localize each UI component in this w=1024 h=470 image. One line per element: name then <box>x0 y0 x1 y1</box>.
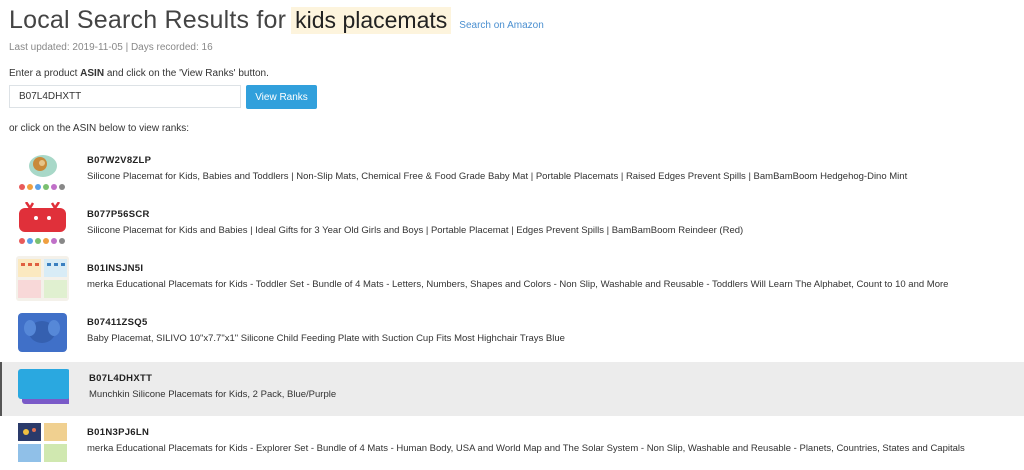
product-asin[interactable]: B077P56SCR <box>87 209 150 220</box>
asin-input[interactable] <box>9 85 241 108</box>
product-thumbnail[interactable] <box>16 256 69 301</box>
product-asin[interactable]: B01INSJN5I <box>87 263 143 274</box>
instructions-text: Enter a product ASIN and click on the 'V… <box>9 68 269 79</box>
product-row[interactable]: B07411ZSQ5 Baby Placemat, SILIVO 10"x7.7… <box>0 306 1024 360</box>
product-thumbnail[interactable] <box>16 420 69 465</box>
product-asin[interactable]: B07L4DHXTT <box>89 373 152 384</box>
search-keyword[interactable]: kids placemats <box>291 7 452 34</box>
product-thumbnail[interactable] <box>16 148 69 193</box>
product-asin[interactable]: B01N3PJ6LN <box>87 427 149 438</box>
product-row[interactable]: B077P56SCR Silicone Placemat for Kids an… <box>0 198 1024 252</box>
product-row[interactable]: B01N3PJ6LN merka Educational Placemats f… <box>0 416 1024 470</box>
product-thumbnail[interactable] <box>16 366 69 411</box>
product-thumbnail[interactable] <box>16 310 69 355</box>
product-title: Baby Placemat, SILIVO 10"x7.7"x1" Silico… <box>87 333 565 344</box>
product-row-selected[interactable]: B07L4DHXTT Munchkin Silicone Placemats f… <box>0 362 1024 416</box>
view-ranks-button[interactable]: View Ranks <box>246 85 317 109</box>
product-title: merka Educational Placemats for Kids - E… <box>87 443 965 454</box>
instructions-asin-bold: ASIN <box>80 68 105 79</box>
product-row[interactable]: B07W2V8ZLP Silicone Placemat for Kids, B… <box>0 144 1024 198</box>
product-asin[interactable]: B07W2V8ZLP <box>87 155 151 166</box>
product-row[interactable]: B01INSJN5I merka Educational Placemats f… <box>0 252 1024 306</box>
page-header: Local Search Results for kids placemats … <box>9 6 544 35</box>
product-thumbnail[interactable] <box>16 202 69 247</box>
last-updated-info: Last updated: 2019-11-05 | Days recorded… <box>9 42 213 53</box>
product-title: Munchkin Silicone Placemats for Kids, 2 … <box>89 389 337 400</box>
product-title: Silicone Placemat for Kids and Babies | … <box>87 225 744 236</box>
instructions-prefix: Enter a product <box>9 68 81 79</box>
product-title: merka Educational Placemats for Kids - T… <box>87 279 949 290</box>
page-title: Local Search Results for <box>9 6 287 34</box>
click-asin-hint: or click on the ASIN below to view ranks… <box>9 123 190 134</box>
search-on-amazon-link[interactable]: Search on Amazon <box>459 20 544 31</box>
product-title: Silicone Placemat for Kids, Babies and T… <box>87 171 908 182</box>
product-asin[interactable]: B07411ZSQ5 <box>87 317 148 328</box>
instructions-suffix: and click on the 'View Ranks' button. <box>104 68 269 79</box>
